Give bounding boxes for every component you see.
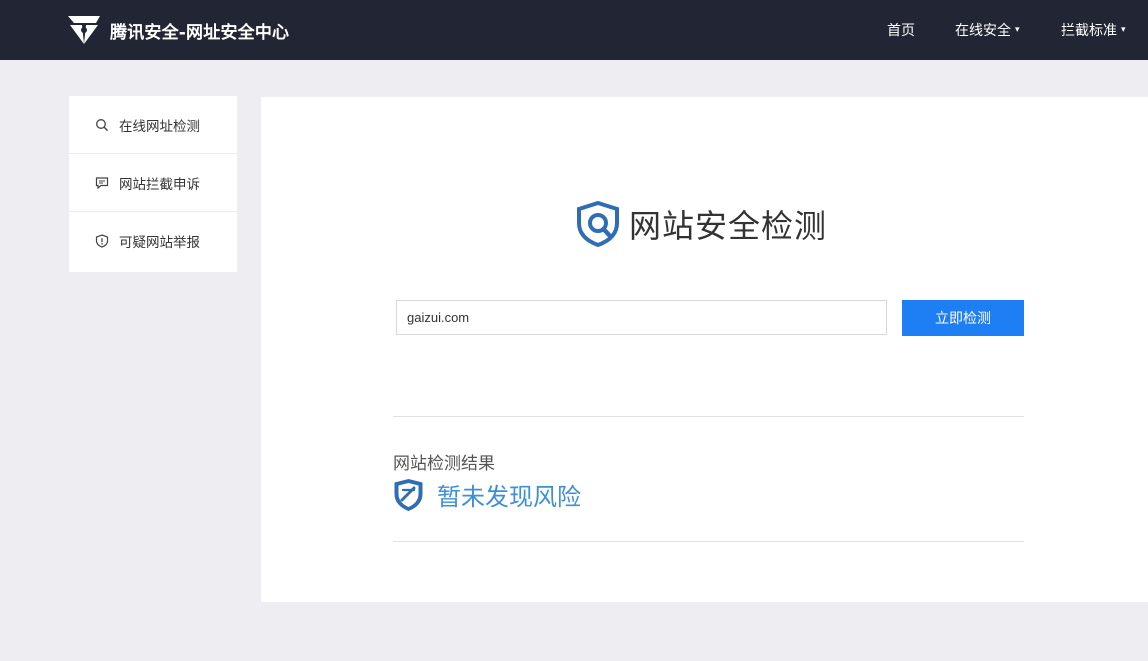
result-label: 网站检测结果: [393, 454, 495, 474]
divider: [393, 416, 1024, 417]
search-icon: [95, 118, 109, 132]
sidebar-item-label: 可疑网站举报: [119, 235, 200, 251]
nav-intercept-standard[interactable]: 拦截标准 ▾: [1061, 0, 1126, 60]
message-icon: [95, 176, 109, 190]
url-input[interactable]: [396, 300, 887, 335]
nav-intercept-standard-wrap: 拦截标准 ▾: [1061, 20, 1126, 40]
shield-alert-icon: [95, 234, 109, 248]
page-title: 网站安全检测: [629, 207, 828, 245]
chevron-down-icon: ▾: [1121, 25, 1126, 35]
shield-search-icon: [577, 201, 619, 247]
top-navigation-bar: 腾讯安全-网址安全中心 首页 在线安全 ▾ 拦截标准 ▾: [0, 0, 1148, 60]
nav-online-security-wrap: 在线安全 ▾: [955, 20, 1020, 40]
sidebar-item-label: 在线网址检测: [119, 118, 200, 135]
sidebar-item-label: 网站拦截申诉: [119, 176, 200, 193]
nav-home[interactable]: 首页: [887, 0, 915, 60]
sidebar-item-appeal[interactable]: 网站拦截申诉: [69, 154, 237, 212]
nav-home-label: 首页: [887, 23, 915, 39]
check-now-button[interactable]: 立即检测: [902, 300, 1024, 336]
sidebar: 在线网址检测 网站拦截申诉 可疑网站举报: [69, 96, 237, 272]
result-status: 暂未发现风险: [393, 477, 581, 512]
main-panel: 网站安全检测 立即检测 网站检测结果 暂未发现风险: [261, 97, 1148, 602]
nav-online-security[interactable]: 在线安全 ▾: [955, 0, 1020, 60]
divider: [393, 541, 1024, 542]
chevron-down-icon: ▾: [1015, 25, 1020, 35]
shield-check-icon: [394, 478, 423, 511]
brand-title: 腾讯安全-网址安全中心: [110, 22, 290, 43]
result-status-text: 暂未发现风险: [437, 483, 581, 511]
sidebar-item-report[interactable]: 可疑网站举报: [69, 212, 237, 270]
brand[interactable]: 腾讯安全-网址安全中心: [66, 11, 289, 49]
nav-online-security-label: 在线安全: [955, 23, 1011, 39]
page-header: 网站安全检测: [575, 201, 827, 247]
nav-intercept-standard-label: 拦截标准: [1061, 23, 1117, 39]
tencent-security-logo-icon: [68, 16, 100, 44]
sidebar-item-url-check[interactable]: 在线网址检测: [69, 96, 237, 154]
